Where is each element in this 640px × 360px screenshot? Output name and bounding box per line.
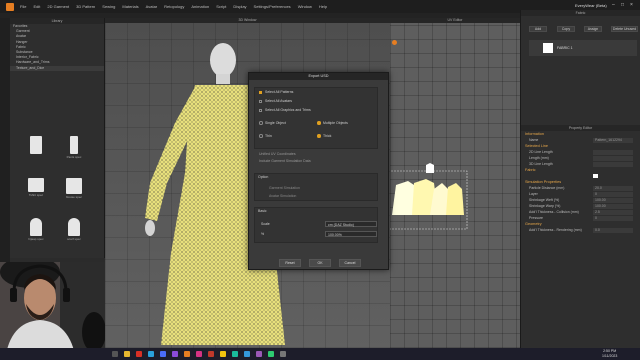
percent-input[interactable]: 100.00%: [325, 231, 377, 237]
prop-thickness-rendering: Add'l Thickness - Rendering (mm) 0.0: [521, 227, 640, 233]
single-object-label: Single Object: [265, 121, 286, 125]
menu-retopology[interactable]: Retopology: [164, 4, 184, 9]
prop-fabric-swatch: [521, 173, 640, 179]
delete-unused-button[interactable]: Delete Unused: [611, 26, 638, 32]
search-icon[interactable]: [112, 351, 118, 357]
single-object-radio[interactable]: [259, 121, 263, 125]
select-all-graphics-checkbox[interactable]: [259, 109, 262, 112]
menu-avatar[interactable]: Avatar: [146, 4, 158, 9]
tree-item-texture[interactable]: Texture_and_Dice: [10, 65, 104, 71]
menu-settings[interactable]: Settings/Preferences: [254, 4, 291, 9]
minimize-icon[interactable]: –: [612, 2, 615, 8]
multiple-objects-label: Multiple Objects: [323, 121, 348, 125]
menu-2d-garment[interactable]: 2D Garment: [47, 4, 69, 9]
menu-script[interactable]: Script: [216, 4, 226, 9]
app-logo-icon: [6, 2, 14, 11]
include-sim-data-option[interactable]: Include Garment Simulation Data: [259, 159, 311, 163]
select-all-patterns-checkbox[interactable]: [259, 91, 262, 94]
option-section: Option Garment Simulation Avatar Simulat…: [254, 173, 378, 201]
menu-3d-pattern[interactable]: 3D Pattern: [76, 4, 95, 9]
avatar-simulation-option[interactable]: Avatar Simulation: [269, 194, 296, 198]
object-browser: Fabric Add Copy Assign Delete Unused FAB…: [520, 10, 640, 125]
add-button[interactable]: Add: [529, 26, 547, 32]
menu-window[interactable]: Window: [298, 4, 312, 9]
property-editor: Property Editor Information Name Pattern_…: [520, 125, 640, 348]
menu-display[interactable]: Display: [233, 4, 246, 9]
object-browser-title: Fabric: [521, 10, 640, 16]
uv-patterns: [390, 163, 468, 230]
thumb-garment[interactable]: [26, 136, 46, 164]
thick-radio[interactable]: [317, 134, 321, 138]
multiple-objects-radio[interactable]: [317, 121, 321, 125]
thick-label: Thick: [323, 134, 332, 138]
scale-label: Scale: [261, 222, 270, 226]
garment-simulation-option[interactable]: Garment Simulation: [269, 186, 300, 190]
thumb-hijaap[interactable]: hijaap spec: [26, 218, 46, 246]
app-window: File Edit 2D Garment 3D Pattern Sewing M…: [0, 0, 640, 360]
fabric-list-item[interactable]: FABRIC 1: [529, 40, 637, 56]
ok-button[interactable]: OK: [309, 259, 331, 267]
unified-uv-option[interactable]: Unified UV Coordinates: [259, 152, 296, 156]
thin-label: Thin: [265, 134, 272, 138]
uv-origin-icon: [392, 40, 397, 45]
export-usd-dialog: Export USD Select All Patterns Select Al…: [248, 72, 389, 270]
prop-pressure: Pressure 0: [521, 215, 640, 221]
taskbar: 2:50 PM 1/11/2023: [0, 348, 640, 360]
chrome-icon[interactable]: [136, 351, 142, 357]
option-title: Option: [258, 175, 269, 179]
app-icon-10[interactable]: [280, 351, 286, 357]
telegram-icon[interactable]: [148, 351, 154, 357]
file-explorer-icon[interactable]: [124, 351, 130, 357]
app-icon-9[interactable]: [268, 351, 274, 357]
menu-materials[interactable]: Materials: [122, 4, 138, 9]
library-panel: Library Favorites Garment Avatar Hanger …: [10, 18, 105, 258]
thumb-pants[interactable]: Pants spec: [64, 136, 84, 164]
app-icon-7[interactable]: [244, 351, 250, 357]
menu-animation[interactable]: Animation: [191, 4, 209, 9]
app-icon[interactable]: [160, 351, 166, 357]
fabric-swatch: [543, 43, 553, 53]
dialog-title: Export USD: [249, 73, 388, 80]
cancel-button[interactable]: Cancel: [339, 259, 361, 267]
menu-edit[interactable]: Edit: [33, 4, 40, 9]
menu-file[interactable]: File: [20, 4, 26, 9]
select-all-patterns-label: Select All Patterns: [265, 90, 294, 94]
close-icon[interactable]: ×: [630, 2, 633, 8]
prop-3d-line-length: 3D Line Length: [521, 161, 640, 167]
percent-label: %: [261, 232, 265, 236]
webcam-overlay: [0, 262, 108, 360]
2d-uv-window[interactable]: UV Editor: [390, 18, 520, 348]
select-all-graphics-label: Select All Graphics and Trims: [265, 108, 311, 112]
menu-sewing[interactable]: Sewing: [102, 4, 115, 9]
select-all-avatars-checkbox[interactable]: [259, 100, 262, 103]
basic-section: Basic Scale cm (DAZ Studio) % 100.00%: [254, 207, 378, 243]
assign-button[interactable]: Assign: [584, 26, 602, 32]
prop-name: Name Pattern_1612294: [521, 137, 640, 143]
selection-section: Select All Patterns Select All Avatars S…: [254, 87, 378, 149]
app-icon-4[interactable]: [208, 351, 214, 357]
thumb-tshirt[interactable]: Tshirt spec: [26, 178, 46, 206]
user-label: EveryWear (Beta): [575, 3, 607, 8]
thumb-blouse[interactable]: blouse spec: [64, 178, 84, 206]
clo-icon[interactable]: [184, 351, 190, 357]
app-icon-6[interactable]: [232, 351, 238, 357]
basic-title: Basic: [258, 209, 267, 213]
app-icon-3[interactable]: [196, 351, 202, 357]
thumb-scarf[interactable]: scarf spec: [64, 218, 84, 246]
reset-button[interactable]: Reset: [279, 259, 301, 267]
scale-select[interactable]: cm (DAZ Studio): [325, 221, 377, 227]
app-icon-2[interactable]: [172, 351, 178, 357]
thin-radio[interactable]: [259, 134, 263, 138]
taskbar-clock[interactable]: 2:50 PM 1/11/2023: [602, 349, 617, 358]
presenter-image: [0, 262, 108, 360]
app-icon-8[interactable]: [256, 351, 262, 357]
copy-button[interactable]: Copy: [557, 26, 575, 32]
select-all-avatars-label: Select All Avatars: [265, 99, 292, 103]
maximize-icon[interactable]: □: [621, 2, 624, 8]
menu-help[interactable]: Help: [319, 4, 327, 9]
app-icon-5[interactable]: [220, 351, 226, 357]
